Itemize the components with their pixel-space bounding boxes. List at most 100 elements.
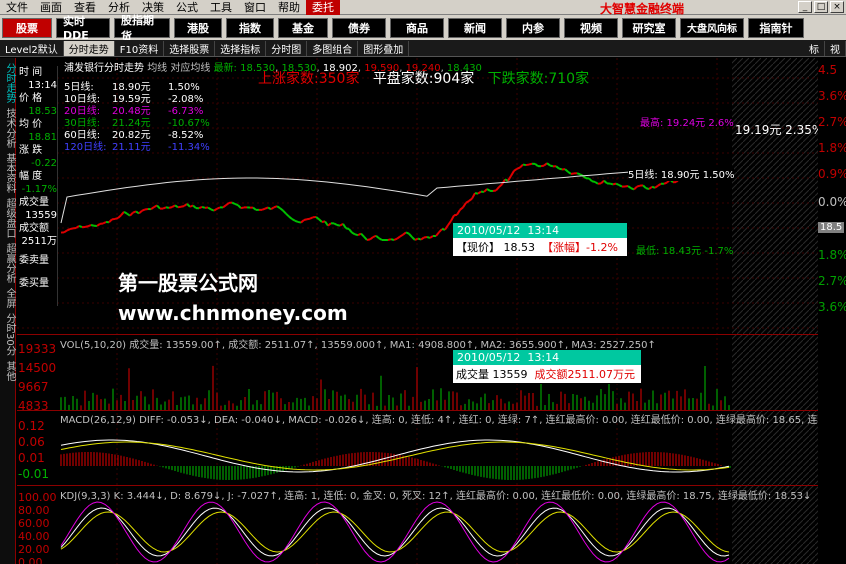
price-segment [165,206,170,209]
info-pct-label: 幅 度 [19,171,43,182]
nav-market-vane[interactable]: 大盘风向标 [680,17,744,38]
close-icon[interactable]: × [830,1,844,13]
nav-news[interactable]: 新闻 [448,17,502,38]
nav-commodity[interactable]: 商品 [390,17,444,38]
vol-y-3: 4833 [18,399,49,413]
price-tooltip-header: 2010/05/12 13:14 [453,223,627,238]
current-price-tag: 18.5 [818,222,845,233]
nav-video[interactable]: 视频 [564,17,618,38]
nav-bond[interactable]: 债券 [332,17,386,38]
tab-select-indicator[interactable]: 选择指标 [215,40,267,56]
tab-mark[interactable]: 标 [804,40,825,56]
maximize-icon[interactable]: □ [814,1,828,13]
tab-f10[interactable]: F10资料 [115,40,165,56]
tab-overlay[interactable]: 图形叠加 [358,40,410,56]
ma-option[interactable]: 均线 对应均线 [147,63,210,74]
price-segment [540,164,545,168]
price-segment [186,203,191,208]
price-segment [168,206,173,209]
price-segment [435,231,440,237]
menu-window[interactable]: 窗口 [238,0,272,15]
menu-help[interactable]: 帮助 [272,0,306,15]
tool-tab-bar: Level2默认 分时走势 F10资料 选择股票 选择指标 分时图 多图组合 图… [0,40,846,57]
macd-y-2: 0.01 [18,451,45,465]
vol-y-axis: 19333 14500 9667 4833 [18,340,60,416]
watermark-url: www.chnmoney.com [118,301,348,325]
side-tab-fullscreen[interactable]: 全屏 [2,288,17,308]
nav-hk[interactable]: 港股 [174,17,222,38]
price-segment [240,206,245,210]
tab-level2[interactable]: Level2默认 [0,40,64,56]
price-segment [183,203,188,207]
menu-tools[interactable]: 工具 [204,0,238,15]
minimize-icon[interactable]: _ [798,1,812,13]
nav-fund[interactable]: 基金 [278,17,328,38]
ma-row-20: 20日线: 20.48元 -6.73% [64,106,204,117]
kdj-y-4: 20.00 [18,543,50,556]
y-right-5: 0.0% [818,195,846,209]
price-segment [447,220,452,226]
price-segment [564,168,569,173]
side-tab-fundamental[interactable]: 基本资料 [2,153,17,193]
tab-intraday-chart[interactable]: 分时图 [266,40,308,56]
price-segment [627,185,632,189]
price-segment [66,228,71,232]
price-segment [126,212,131,217]
price-segment [291,218,296,222]
side-tab-superwin[interactable]: 超赢分析 [2,243,17,283]
price-segment [513,167,518,172]
price-segment [102,221,107,225]
price-segment [576,172,581,176]
price-segment [114,217,119,220]
side-tab-intraday[interactable]: 分时走势 [2,63,17,103]
side-tab-technical[interactable]: 技术分析 [2,108,17,148]
price-segment [177,205,182,209]
tab-view[interactable]: 视 [825,40,846,56]
price-segment [516,166,521,170]
menu-formula[interactable]: 公式 [170,0,204,15]
price-segment [387,238,392,241]
menu-trade[interactable]: 委托 [306,0,340,15]
price-segment [198,206,203,210]
info-price: 18.53 [28,106,57,117]
price-segment [414,237,419,241]
price-segment [192,204,197,209]
tab-multi-chart[interactable]: 多图组合 [307,40,359,56]
nav-index[interactable]: 指数 [226,17,274,38]
price-segment [543,162,548,167]
ma-row-10: 10日线: 19.59元 -2.08% [64,94,204,105]
info-change-label: 涨 跌 [19,145,43,156]
price-segment [495,186,500,192]
price-segment [471,192,476,200]
price-segment [546,162,551,167]
tab-select-stock[interactable]: 选择股票 [164,40,216,56]
divider-price-volume [17,334,818,335]
price-segment [222,204,227,209]
price-segment [528,162,533,166]
price-segment [90,224,95,227]
nav-compass[interactable]: 指南针 [748,17,804,38]
price-segment [234,203,239,207]
nav-futures[interactable]: 股指期货 [114,14,170,43]
menu-file[interactable]: 文件 [0,0,34,15]
nav-stocks[interactable]: 股票 [2,17,52,38]
side-tab-other[interactable]: 其他 [2,361,17,381]
price-segment [558,167,563,171]
price-segment [129,211,134,217]
info-time: 13:14 [28,80,57,91]
macd-y-axis: 0.12 0.06 0.01 -0.01 [18,418,60,482]
right-price-axis: 4.5 3.6% 2.7% 1.8% 0.9% 0.0% 18.5 1.8% 2… [818,58,846,564]
price-segment [510,170,515,177]
price-segment [351,231,356,236]
price-segment [648,186,653,190]
nav-dde[interactable]: 实时DDE [56,15,110,42]
vol-y-2: 9667 [18,380,49,394]
kdj-indicator-line: KDJ(9,3,3) K: 3.444↓, D: 8.679↓, J: -7.0… [60,491,812,502]
side-tab-orderbook[interactable]: 超级盘口 [2,198,17,238]
tab-intraday[interactable]: 分时走势 [63,40,115,56]
nav-insider[interactable]: 内参 [506,17,560,38]
side-tab-30min[interactable]: 分时30分 [2,313,17,356]
nav-research[interactable]: 研究室 [622,17,676,38]
price-segment [501,178,506,185]
price-segment [429,235,434,239]
